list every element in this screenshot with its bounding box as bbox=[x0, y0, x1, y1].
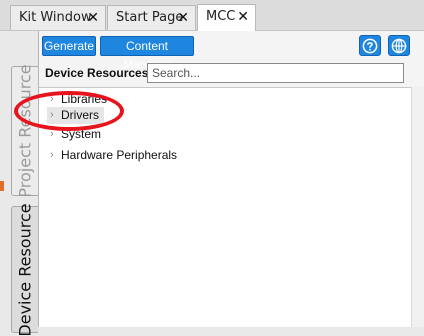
tab-mcc[interactable]: MCC ✕ bbox=[197, 4, 256, 31]
tree-item-label: Hardware Peripherals bbox=[61, 148, 178, 162]
tree-item-drivers[interactable]: › Drivers bbox=[47, 107, 104, 124]
chevron-right-icon[interactable]: › bbox=[50, 107, 54, 124]
tree-item-system[interactable]: › System bbox=[47, 126, 106, 143]
chevron-right-icon[interactable]: › bbox=[50, 126, 54, 143]
edge-marker bbox=[0, 181, 4, 191]
tab-label: Start Page bbox=[116, 10, 184, 25]
tree-item-label: Drivers bbox=[61, 108, 99, 122]
close-icon[interactable]: ✕ bbox=[87, 6, 99, 30]
tab-project-resource[interactable]: Project Resource bbox=[11, 64, 38, 198]
device-resources-label: Device Resources bbox=[45, 66, 149, 80]
tree-item-libraries[interactable]: › Libraries bbox=[47, 91, 112, 108]
close-icon[interactable]: ✕ bbox=[237, 5, 249, 29]
chevron-right-icon[interactable]: › bbox=[50, 147, 54, 164]
tree-item-label: System bbox=[61, 127, 102, 141]
globe-icon bbox=[391, 38, 407, 54]
generate-button[interactable]: Generate bbox=[42, 36, 96, 56]
tab-strip: Kit Window ✕ Start Page ✕ MCC ✕ bbox=[0, 0, 424, 31]
side-tab-strip: Project Resource Device Resource bbox=[0, 31, 38, 336]
tab-device-resource-label: Device Resource bbox=[15, 202, 35, 336]
vertical-scrollbar[interactable] bbox=[411, 87, 424, 327]
close-icon[interactable]: ✕ bbox=[177, 6, 189, 30]
search-input[interactable] bbox=[147, 63, 404, 83]
tab-project-resource-label: Project Resource bbox=[15, 64, 35, 198]
globe-button[interactable] bbox=[388, 35, 410, 56]
help-circle-icon bbox=[362, 38, 378, 54]
tab-label: MCC bbox=[206, 9, 236, 24]
tree-item-label: Libraries bbox=[61, 92, 108, 106]
content-manager-button[interactable]: Content Manager bbox=[100, 36, 194, 71]
tab-kit-window[interactable]: Kit Window ✕ bbox=[10, 5, 106, 30]
tree-item-hardware-peripherals[interactable]: › Hardware Peripherals bbox=[47, 147, 182, 164]
device-resources-panel: Generate Content Manager Device Resource… bbox=[38, 31, 424, 327]
chevron-right-icon[interactable]: › bbox=[50, 91, 54, 108]
tab-start-page[interactable]: Start Page ✕ bbox=[107, 5, 196, 30]
tab-device-resource[interactable]: Device Resource bbox=[11, 202, 38, 336]
help-button[interactable] bbox=[359, 35, 381, 56]
resource-tree: › Libraries › Drivers › System › Hardwar… bbox=[39, 87, 411, 327]
tab-label: Kit Window bbox=[19, 10, 92, 25]
